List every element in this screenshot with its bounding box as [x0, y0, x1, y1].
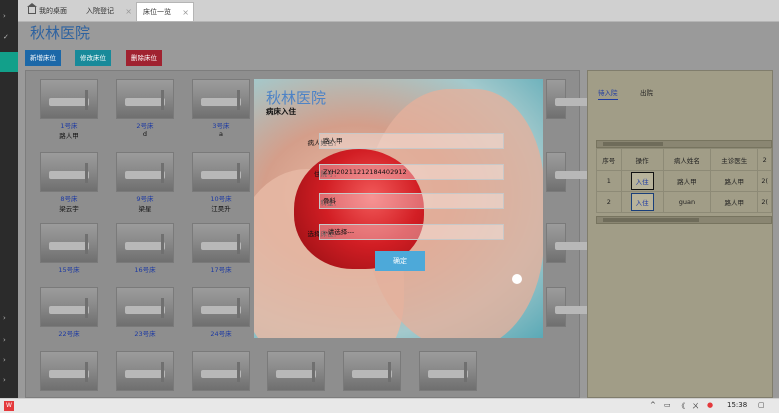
security-icon[interactable]: ●: [707, 401, 713, 409]
bed-card[interactable]: 24号床: [192, 287, 250, 338]
department-field[interactable]: 骨科: [319, 193, 504, 209]
bed-image: [192, 79, 250, 119]
table-row: 1 入住 路人甲 路人甲 2(: [596, 170, 772, 192]
bed-checkin-dialog: 秋林医院 病床入住 病人姓名： 路人甲 住院号： ZYH202112121844…: [254, 79, 543, 338]
admission-no-field[interactable]: ZYH20211212184402912: [319, 164, 504, 180]
bed-image: [40, 287, 98, 327]
nav-icon-2[interactable]: ›: [3, 336, 6, 344]
bed-image: [116, 351, 174, 391]
bed-card[interactable]: 8号床 梁云宇: [40, 152, 98, 213]
network-icon[interactable]: ▭: [664, 401, 671, 409]
tab-strip: 我的桌面 入院登记 × 床位一览 ×: [18, 0, 779, 22]
col-patient: 病人姓名: [662, 148, 712, 171]
small-heart: [512, 274, 522, 284]
bed-image: [267, 351, 325, 391]
system-taskbar: W ^ ▭ 《 ㄨ ● 15:38 ▢: [0, 398, 779, 413]
tab-my-desktop[interactable]: 我的桌面: [24, 2, 78, 21]
active-nav-indicator[interactable]: [0, 52, 18, 72]
nav-icon-4[interactable]: ›: [3, 376, 6, 384]
add-bed-button[interactable]: 新增床位: [25, 50, 61, 66]
col-doctor: 主诊医生: [710, 148, 759, 171]
bed-card[interactable]: 9号床 梁星: [116, 152, 174, 213]
patient-name-field[interactable]: 路人甲: [319, 133, 504, 149]
bed-card[interactable]: 1号床 路人甲: [40, 79, 98, 140]
bed-image: [40, 223, 98, 263]
bed-image: [546, 152, 595, 192]
horizontal-scrollbar[interactable]: [596, 140, 772, 148]
bed-card[interactable]: 23号床: [116, 287, 174, 338]
bed-image: [116, 223, 174, 263]
collapse-icon[interactable]: ›: [3, 12, 6, 20]
scroll-thumb[interactable]: [603, 218, 699, 222]
edit-bed-button[interactable]: 修改床位: [75, 50, 111, 66]
check-icon[interactable]: ✓: [3, 33, 9, 41]
bed-card[interactable]: 16号床: [116, 223, 174, 274]
bed-card[interactable]: 15号床: [40, 223, 98, 274]
scroll-thumb[interactable]: [603, 142, 663, 146]
dialog-subtitle: 病床入住: [266, 107, 296, 116]
confirm-button[interactable]: 确定: [375, 251, 425, 271]
nav-icon-1[interactable]: ›: [3, 314, 6, 322]
hospital-title: 秋林医院: [30, 24, 91, 42]
volume-icon[interactable]: 《: [678, 401, 685, 411]
bed-card[interactable]: [419, 351, 477, 391]
dialog-hospital-title: 秋林医院: [266, 89, 327, 107]
bed-card[interactable]: 17号床: [192, 223, 250, 274]
app-logo-icon[interactable]: W: [4, 401, 14, 411]
bed-card[interactable]: 10号床 江昊升: [192, 152, 250, 213]
close-icon[interactable]: ×: [125, 2, 132, 21]
bed-card[interactable]: [546, 152, 595, 192]
notification-icon[interactable]: ▢: [758, 401, 765, 409]
bed-image: [192, 152, 250, 192]
chevron-up-icon[interactable]: ^: [650, 401, 656, 409]
delete-bed-button[interactable]: 删除床位: [126, 50, 162, 66]
bed-card[interactable]: [546, 79, 595, 119]
bed-image: [419, 351, 477, 391]
tab-admission[interactable]: 入院登记 ×: [80, 2, 136, 21]
check-in-button[interactable]: 入住: [630, 172, 654, 190]
bed-card[interactable]: [116, 351, 174, 391]
bed-image: [116, 287, 174, 327]
bed-card[interactable]: [546, 223, 595, 263]
bed-card[interactable]: 3号床 a: [192, 79, 250, 138]
pending-patients-table: 序号 操作 病人姓名 主诊医生 2 1 入住 路人甲 路人甲 2( 2 入住 g…: [596, 148, 772, 213]
bed-image: [116, 152, 174, 192]
bed-card[interactable]: [40, 351, 98, 391]
bed-card[interactable]: [192, 351, 250, 391]
table-row: 2 入住 guan 路人甲 2(: [596, 191, 772, 213]
col-index: 序号: [596, 148, 622, 171]
bed-image: [546, 223, 595, 263]
bed-card[interactable]: [546, 287, 595, 327]
bed-image: [116, 79, 174, 119]
bed-image: [192, 287, 250, 327]
bed-card[interactable]: [267, 351, 325, 391]
bed-image: [546, 79, 595, 119]
col-action: 操作: [620, 148, 664, 171]
horizontal-scrollbar[interactable]: [596, 216, 772, 224]
admission-queue-panel: 待入院 出院 序号 操作 病人姓名 主诊医生 2 1 入住 路人甲 路人甲 2(…: [587, 70, 773, 398]
bed-image: [192, 351, 250, 391]
tab-discharge[interactable]: 出院: [640, 87, 653, 97]
bed-card[interactable]: [343, 351, 401, 391]
bed-image: [546, 287, 595, 327]
bed-image: [40, 152, 98, 192]
bed-image: [192, 223, 250, 263]
clock[interactable]: 15:38: [727, 401, 747, 409]
bed-image: [40, 79, 98, 119]
col-more: 2: [757, 148, 772, 171]
tab-bed-overview[interactable]: 床位一览 ×: [136, 2, 194, 21]
home-icon: [27, 3, 37, 14]
bed-image: [343, 351, 401, 391]
bed-card[interactable]: 22号床: [40, 287, 98, 338]
left-sidebar-rail: › ✓ › › › ›: [0, 0, 18, 398]
battery-icon[interactable]: ㄨ: [692, 401, 699, 411]
bed-image: [40, 351, 98, 391]
bed-card[interactable]: 2号床 d: [116, 79, 174, 138]
tab-pending-admission[interactable]: 待入院: [598, 87, 618, 100]
bed-select[interactable]: --请选择---: [319, 224, 504, 240]
check-in-button[interactable]: 入住: [630, 193, 654, 211]
nav-icon-3[interactable]: ›: [3, 356, 6, 364]
close-icon[interactable]: ×: [182, 3, 189, 22]
